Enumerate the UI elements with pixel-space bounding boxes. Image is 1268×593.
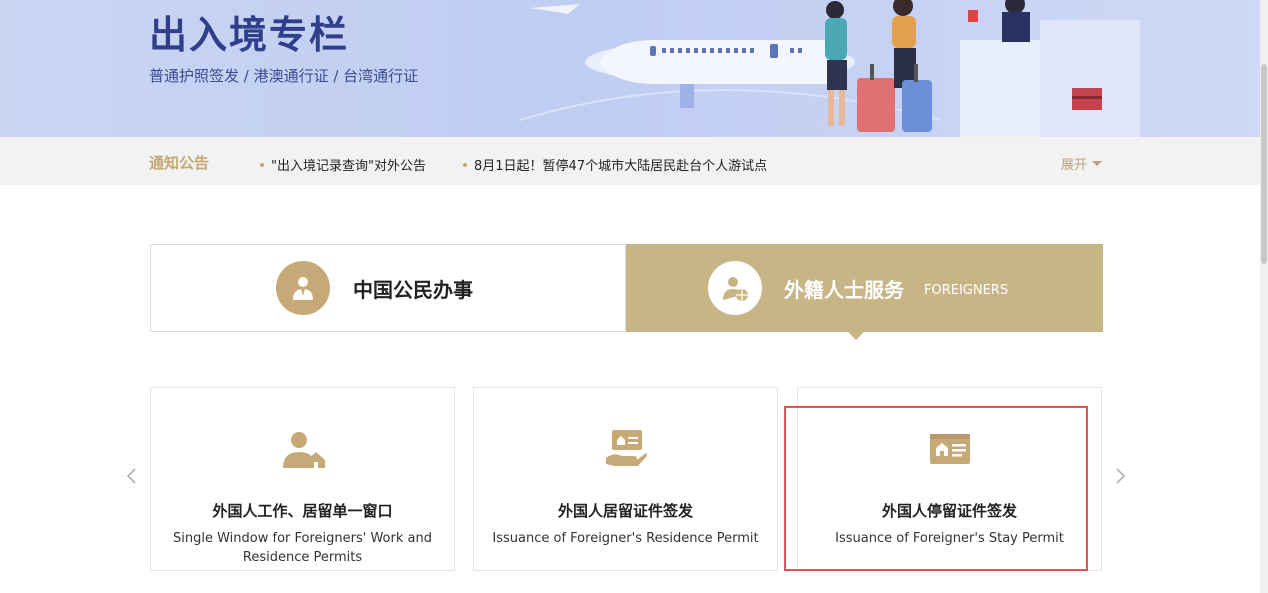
travel-illustration	[520, 0, 1140, 137]
chevron-right-icon[interactable]	[1110, 466, 1130, 486]
foreigner-globe-icon	[708, 261, 762, 315]
notice-item[interactable]: "出入境记录查询"对外公告	[260, 155, 426, 174]
notice-label: 通知公告	[149, 154, 210, 172]
service-card[interactable]: 外国人停留证件签发 Issuance of Foreigner's Stay P…	[797, 387, 1102, 571]
tab-chinese-citizens[interactable]: 中国公民办事	[150, 244, 626, 332]
service-tabs: 中国公民办事 外籍人士服务 FOREIGNERS	[150, 244, 1103, 340]
banner-title: 出入境专栏	[149, 13, 350, 57]
hand-card-icon	[605, 430, 647, 466]
notice-item-text: 8月1日起！暂停47个城市大陆居民赴台个人游试点	[474, 159, 768, 174]
service-card[interactable]: 外国人居留证件签发 Issuance of Foreigner's Reside…	[473, 387, 778, 571]
card-english-title: Single Window for Foreigners' Work and R…	[173, 531, 432, 565]
bullet-dot	[260, 162, 264, 167]
card-title: 外国人居留证件签发	[557, 502, 693, 520]
tab-label: 外籍人士服务	[784, 277, 904, 302]
chevron-left-icon[interactable]	[122, 466, 142, 486]
scrollbar-thumb[interactable]	[1261, 64, 1267, 264]
person-house-icon	[282, 432, 325, 468]
notice-item-text: "出入境记录查询"对外公告	[271, 159, 426, 174]
tab-foreigners[interactable]: 外籍人士服务 FOREIGNERS	[626, 244, 1103, 332]
caret-down-icon	[1092, 161, 1103, 166]
card-title: 外国人停留证件签发	[881, 502, 1017, 520]
scrollbar[interactable]	[1260, 0, 1268, 593]
banner: 出入境专栏 普通护照签发 / 港澳通行证 / 台湾通行证	[0, 0, 1268, 137]
notice-item[interactable]: 8月1日起！暂停47个城市大陆居民赴台个人游试点	[463, 155, 767, 174]
banner-subtitle: 普通护照签发 / 港澳通行证 / 台湾通行证	[149, 67, 419, 85]
expand-button[interactable]: 展开	[1061, 154, 1103, 173]
tab-label: 中国公民办事	[353, 277, 473, 302]
active-tab-pointer	[848, 332, 864, 340]
card-english-title: Issuance of Foreigner's Residence Permit	[492, 531, 759, 546]
service-card[interactable]: 外国人工作、居留单一窗口 Single Window for Foreigner…	[150, 387, 455, 571]
id-card-icon	[929, 434, 970, 464]
tab-english-label: FOREIGNERS	[924, 282, 1009, 298]
citizen-icon	[276, 261, 330, 315]
card-english-title: Issuance of Foreigner's Stay Permit	[835, 531, 1064, 546]
expand-label: 展开	[1061, 158, 1088, 173]
notice-bar: 通知公告 "出入境记录查询"对外公告 8月1日起！暂停47个城市大陆居民赴台个人…	[0, 137, 1260, 185]
bullet-dot	[463, 162, 467, 167]
card-title: 外国人工作、居留单一窗口	[212, 502, 393, 520]
